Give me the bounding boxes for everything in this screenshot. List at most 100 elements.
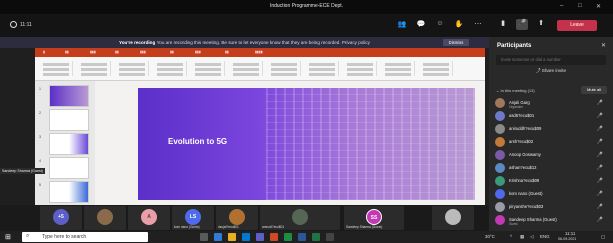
participant-name: arsh?ecu$02: [509, 139, 534, 144]
participant-name: kom nano (Guest): [509, 191, 543, 196]
mute-all-button[interactable]: Mute all: [581, 86, 607, 94]
participant-row[interactable]: Anoop Goswamy 🎤: [495, 149, 607, 162]
close-icon[interactable]: ✕: [601, 42, 606, 49]
participant-row[interactable]: kom nano (Guest) 🎤: [495, 188, 607, 201]
record-indicator-icon: [10, 21, 17, 28]
share-invite-button[interactable]: ⤴ Share invite: [489, 68, 613, 74]
participant-strip: +5 A LS kom nano (Guest) dsujat?ecu$01 a…: [0, 205, 489, 231]
participant-row[interactable]: aniruddh?ecu$09 🎤: [495, 123, 607, 136]
app-icon[interactable]: [326, 233, 334, 241]
participant-tile[interactable]: dsujat?ecu$01: [216, 206, 258, 230]
more-actions-icon[interactable]: ⋯: [472, 20, 484, 30]
avatar: [495, 202, 505, 212]
avatar: [229, 209, 245, 225]
mic-icon: 🎤: [596, 100, 603, 106]
taskbar-search-box[interactable]: ⌕ Type here to search: [22, 232, 148, 242]
avatar: [495, 150, 505, 160]
search-icon: ⌕: [26, 233, 30, 239]
avatar: [97, 209, 113, 225]
presenter-label: Sandeep Sharma (Guest): [0, 168, 45, 174]
taskbar-search-text: Type here to search: [42, 234, 87, 240]
participant-row[interactable]: arsh?ecu$02 🎤: [495, 136, 607, 149]
participant-row[interactable]: Krishna?ecu$09 🎤: [495, 175, 607, 188]
share-screen-button[interactable]: ⬆: [535, 19, 547, 30]
participants-icon[interactable]: 👥: [396, 20, 408, 30]
slide-number: 3: [39, 135, 41, 139]
chat-icon[interactable]: 💬: [415, 20, 427, 30]
participant-name: piryanshe?ecu$03: [509, 204, 544, 209]
windows-start-icon[interactable]: ⊞: [5, 233, 11, 241]
participant-row[interactable]: Anjali Garg Organiser 🎤: [495, 97, 607, 110]
mic-icon: 🎤: [596, 204, 603, 210]
participant-row[interactable]: asd67ecu$01 🎤: [495, 110, 607, 123]
excel-icon[interactable]: [312, 233, 320, 241]
minimize-button[interactable]: –: [560, 3, 563, 9]
avatar: [495, 137, 505, 147]
meeting-group-header[interactable]: ⌄ In this meeting (13): [496, 88, 535, 93]
mic-icon: 🎤: [596, 126, 603, 132]
participant-tile[interactable]: amrudt?ecu$01: [260, 206, 340, 230]
avatar: [495, 215, 505, 225]
ppt-ribbon-tabs: ▮ ▮▮ ▮▮▮ ▮▮ ▮▮▮ ▮▮ ▮▮▮ ▮▮ ▮▮▮▮: [35, 48, 485, 57]
meeting-toolbar: 11:11 👥 💬 ☺ ✋ ⋯ ▮ 🎤 ⬆ Leave: [0, 14, 613, 37]
chrome-icon[interactable]: [284, 233, 292, 241]
title-bar: Induction Programme-ECE Dept. – □ ✕: [0, 0, 613, 14]
avatar: A: [141, 209, 157, 225]
windows-taskbar: ⊞ ⌕ Type here to search 30°C ^ ▦ ◁ ENG 1…: [0, 231, 613, 243]
slide-thumbnail[interactable]: [49, 157, 89, 179]
volume-icon[interactable]: ◁: [530, 234, 533, 240]
participant-tile[interactable]: [84, 206, 126, 230]
share-invite-label: Share invite: [541, 68, 567, 73]
group-label: In this meeting (13): [500, 88, 535, 93]
meeting-timer: 11:11: [20, 22, 32, 28]
network-icon[interactable]: ▦: [520, 234, 524, 240]
word-icon[interactable]: [298, 233, 306, 241]
recording-banner-text[interactable]: You are recording this meeting. Be sure …: [157, 40, 370, 45]
powerpoint-icon[interactable]: [270, 233, 278, 241]
task-view-icon[interactable]: [200, 233, 208, 241]
participant-row[interactable]: ashan?ecu$12 🎤: [495, 162, 607, 175]
dismiss-button[interactable]: Dismiss: [443, 39, 469, 46]
clock-date[interactable]: 06-09-2021: [558, 237, 576, 241]
tray-chevron-icon[interactable]: ^: [510, 234, 512, 239]
edge-icon[interactable]: [214, 233, 222, 241]
participant-tile[interactable]: SS Sandeep Sharma (Guest): [344, 206, 404, 230]
recording-banner: You're recording You are recording this …: [0, 37, 489, 48]
recording-banner-title: You're recording: [119, 40, 156, 45]
slide-thumbnail[interactable]: [49, 85, 89, 107]
leave-button[interactable]: Leave: [557, 20, 597, 31]
avatar: [495, 124, 505, 134]
participant-name: ashan?ecu$12: [509, 165, 537, 170]
slide-thumbnail[interactable]: [49, 109, 89, 131]
avatar: +5: [53, 209, 69, 225]
teams-icon[interactable]: [256, 233, 264, 241]
mic-button[interactable]: 🎤: [516, 19, 528, 30]
participant-row[interactable]: piryanshe?ecu$03 🎤: [495, 201, 607, 214]
participant-name: Anoop Goswamy: [509, 152, 541, 157]
participants-panel: Participants ✕ ⤴ Share invite ⌄ In this …: [489, 37, 613, 231]
language-indicator[interactable]: ENG: [540, 234, 550, 239]
slide-thumbnail[interactable]: [49, 133, 89, 155]
close-window-button[interactable]: ✕: [596, 3, 601, 10]
slide-title: Evolution to 5G: [168, 137, 228, 146]
weather-temp[interactable]: 30°C: [485, 234, 495, 239]
slide-background-image: [266, 88, 475, 200]
raise-hand-icon[interactable]: ✋: [453, 20, 465, 30]
slide-thumbnail[interactable]: [49, 181, 89, 203]
participant-name: Krishna?ecu$09: [509, 178, 540, 183]
invite-search-input[interactable]: [496, 55, 606, 65]
clock-time[interactable]: 11:11: [565, 231, 575, 236]
notifications-icon[interactable]: ▢: [601, 234, 605, 240]
participant-row[interactable]: Sandeep Sharma (Guest) Guest 🎤: [495, 214, 607, 227]
participant-tile[interactable]: [432, 206, 474, 230]
store-icon[interactable]: [242, 233, 250, 241]
maximize-button[interactable]: □: [578, 3, 582, 9]
slide-number: 1: [39, 87, 41, 91]
slide-number: 2: [39, 111, 41, 115]
participant-tile[interactable]: A: [128, 206, 170, 230]
reactions-icon[interactable]: ☺: [434, 20, 446, 30]
participant-tile[interactable]: +5: [40, 206, 82, 230]
participant-tile[interactable]: LS kom nano (Guest): [172, 206, 214, 230]
file-explorer-icon[interactable]: [228, 233, 236, 241]
camera-button[interactable]: ▮: [497, 19, 509, 30]
